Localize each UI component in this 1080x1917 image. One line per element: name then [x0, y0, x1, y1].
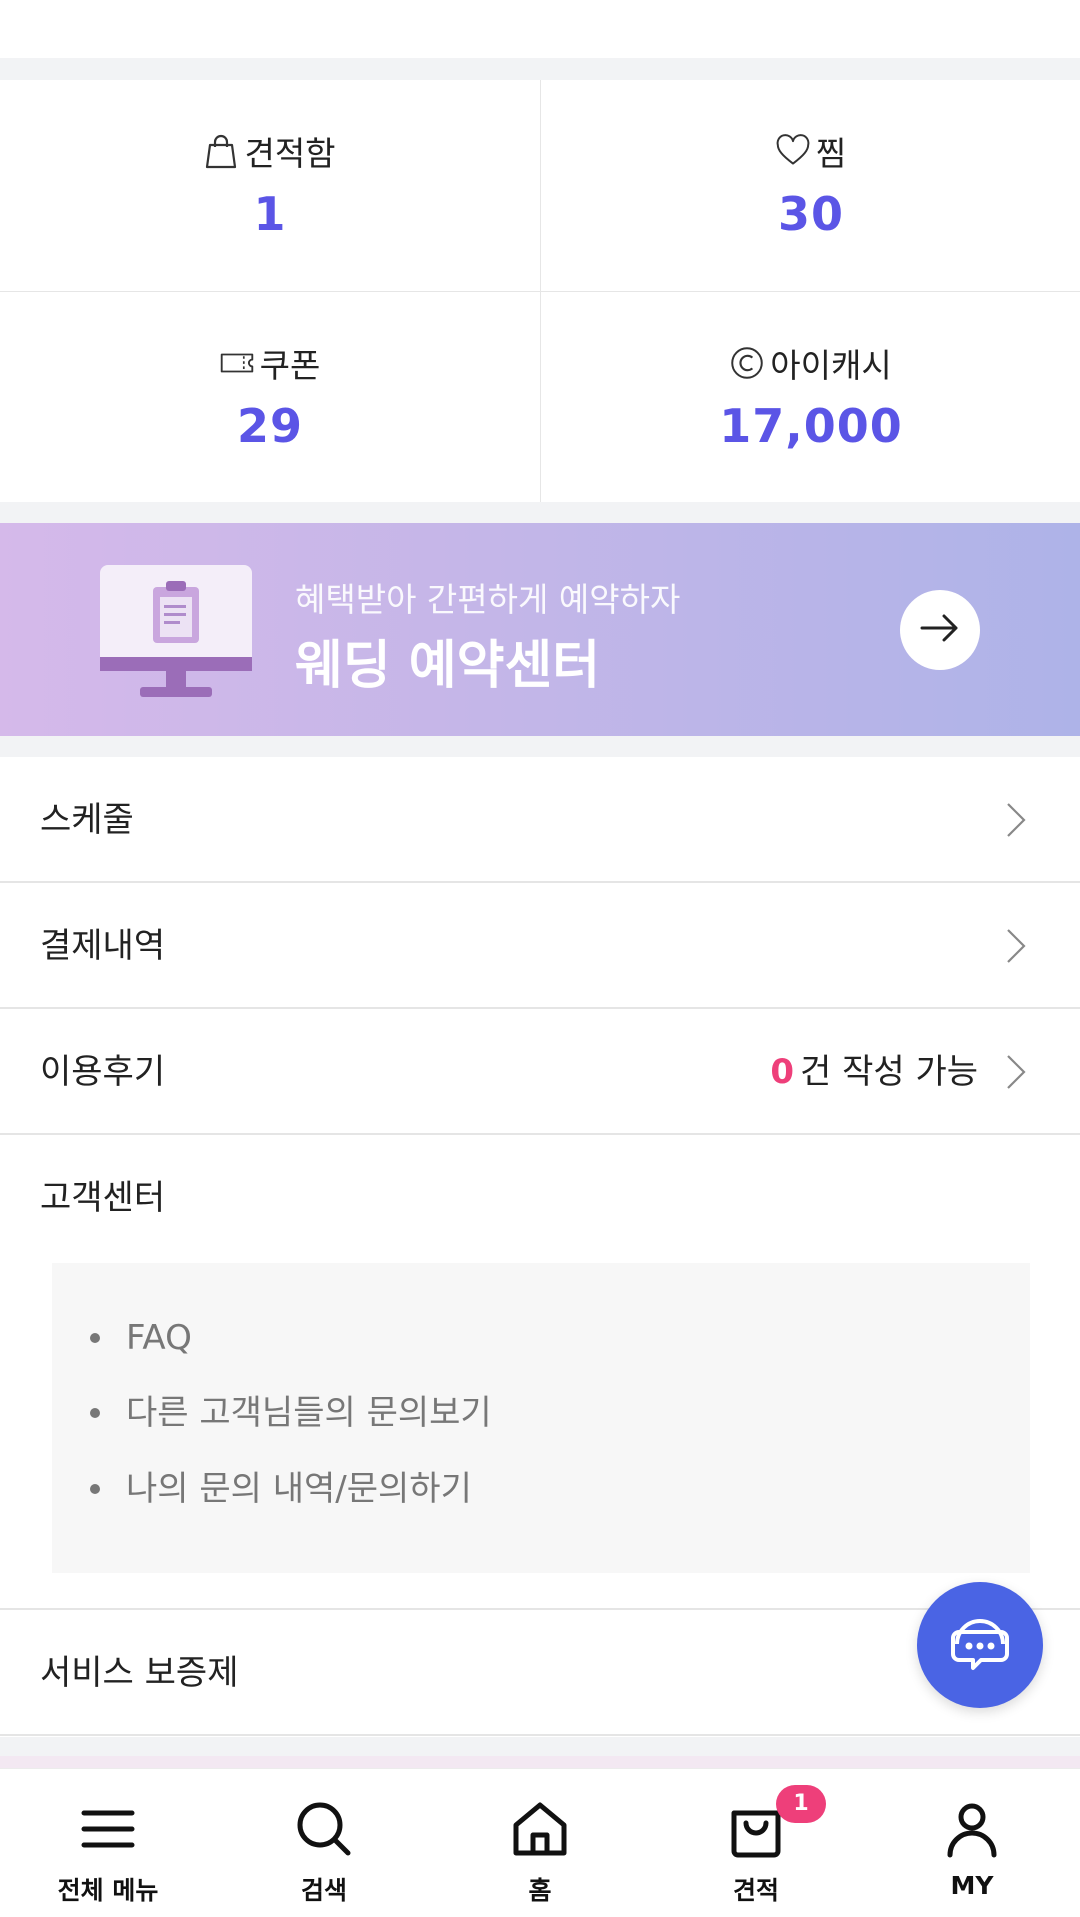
tab-my[interactable]: MY: [864, 1769, 1080, 1917]
quote-count-badge: 1: [776, 1785, 826, 1823]
menu-item-schedule[interactable]: 스케줄: [0, 757, 1080, 883]
menu-item-label: 이용후기: [40, 1052, 166, 1092]
menu-item-label: 결제내역: [40, 926, 166, 966]
section-gap: [0, 502, 1080, 523]
arrow-right-button[interactable]: [900, 590, 980, 670]
stat-label: 아이캐시: [770, 345, 892, 385]
tab-label: MY: [950, 1871, 994, 1900]
coupon-icon: [220, 346, 254, 380]
link-my-inquiries[interactable]: 나의 문의 내역/문의하기: [90, 1469, 472, 1509]
stats-grid: 견적함 1 찜 30 쿠폰 29 아이캐시 17,000: [0, 80, 1080, 502]
customer-center-links: FAQ 다른 고객님들의 문의보기 나의 문의 내역/문의하기: [52, 1263, 1030, 1573]
search-icon: [292, 1797, 356, 1861]
headset-chat-icon: [945, 1608, 1015, 1682]
stat-quote-box[interactable]: 견적함 1: [0, 80, 540, 291]
customer-center-title: 고객센터: [40, 1178, 166, 1218]
copyright-coin-icon: [730, 346, 764, 380]
link-other-inquiries[interactable]: 다른 고객님들의 문의보기: [90, 1393, 492, 1433]
banner-subtitle: 혜택받아 간편하게 예약하자: [295, 580, 681, 619]
tab-label: 검색: [300, 1876, 347, 1905]
tab-label: 홈: [528, 1876, 552, 1905]
banner-title: 웨딩 예약센터: [295, 636, 601, 696]
tab-label: 견적: [732, 1876, 779, 1905]
stat-coupon[interactable]: 쿠폰 29: [0, 292, 540, 503]
section-gap: [0, 58, 1080, 80]
bottom-tab-bar: 전체 메뉴 검색 홈 1 견적 MY: [0, 1768, 1080, 1917]
customer-center-section: 고객센터 FAQ 다른 고객님들의 문의보기 나의 문의 내역/문의하기: [0, 1135, 1080, 1610]
tab-quote[interactable]: 1 견적: [648, 1769, 864, 1917]
stat-label: 찜: [815, 133, 847, 173]
menu-item-label: 서비스 보증제: [40, 1653, 239, 1693]
chevron-right-icon: [1004, 801, 1028, 839]
chevron-right-icon: [1004, 1053, 1028, 1091]
tab-all-menu[interactable]: 전체 메뉴: [0, 1769, 216, 1917]
chat-support-button[interactable]: [917, 1582, 1043, 1708]
home-icon: [508, 1797, 572, 1861]
bag-icon: [204, 134, 238, 168]
tab-label: 전체 메뉴: [57, 1876, 159, 1905]
monitor-clipboard-icon: [100, 565, 252, 699]
bottom-strip: [0, 1756, 1080, 1768]
stat-wishlist[interactable]: 찜 30: [541, 80, 1080, 291]
chevron-right-icon: [1004, 927, 1028, 965]
wedding-reservation-banner[interactable]: 혜택받아 간편하게 예약하자 웨딩 예약센터: [0, 523, 1080, 736]
stat-value: 29: [236, 398, 303, 453]
stat-value: 30: [777, 186, 844, 241]
menu-item-label: 스케줄: [40, 800, 134, 840]
review-available-info: 0건 작성 가능: [770, 1009, 978, 1135]
top-blank-area: [0, 0, 1080, 58]
stat-icash[interactable]: 아이캐시 17,000: [541, 292, 1080, 503]
stat-label: 쿠폰: [259, 345, 321, 385]
section-gap: [0, 1737, 1080, 1756]
arrow-right-icon: [920, 612, 960, 648]
menu-item-reviews[interactable]: 이용후기 0건 작성 가능: [0, 1009, 1080, 1135]
heart-icon: [776, 133, 810, 168]
user-icon: [940, 1797, 1004, 1861]
menu-item-payments[interactable]: 결제내역: [0, 883, 1080, 1009]
stat-value: 1: [253, 186, 287, 241]
stat-label: 견적함: [244, 133, 336, 173]
hamburger-icon: [76, 1797, 140, 1861]
review-count: 0: [770, 1052, 794, 1092]
link-faq[interactable]: FAQ: [90, 1318, 192, 1358]
review-suffix: 건 작성 가능: [799, 1052, 978, 1092]
tab-search[interactable]: 검색: [216, 1769, 432, 1917]
stat-value: 17,000: [719, 398, 903, 453]
section-gap: [0, 736, 1080, 757]
tab-home[interactable]: 홈: [432, 1769, 648, 1917]
